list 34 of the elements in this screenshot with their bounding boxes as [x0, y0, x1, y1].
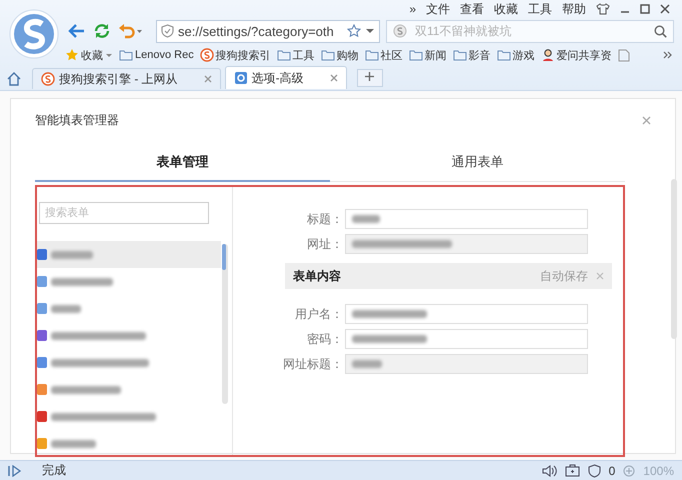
bookmark[interactable]: 游戏	[496, 48, 535, 62]
field-label: 用户名：	[294, 306, 344, 322]
search-bar[interactable]: 双11不留神就被坑	[386, 20, 674, 42]
menu-item[interactable]: 工具	[528, 0, 552, 18]
bookmark[interactable]: 搜狗搜索引	[200, 48, 271, 62]
menu-item[interactable]: »	[409, 2, 416, 16]
bookmark[interactable]: Lenovo Rec	[119, 49, 194, 61]
browser-tab[interactable]: 选项-高级	[224, 66, 347, 89]
address-bar[interactable]: se://settings/?category=oth	[156, 20, 380, 42]
section-title: 表单内容	[293, 268, 342, 284]
bookmark[interactable]: 爱问共享资	[540, 48, 612, 62]
browser-tab[interactable]: 搜狗搜索引擎 - 上网从	[32, 68, 221, 89]
bookmark[interactable]: 收藏	[65, 48, 113, 62]
menu-item[interactable]: 文件	[426, 0, 450, 18]
dialog-title: 智能填表管理器	[35, 112, 119, 129]
tab[interactable]: 通用表单	[330, 146, 625, 182]
status-text: 完成	[42, 462, 66, 479]
search-input[interactable]: 双11不留神就被坑	[413, 23, 648, 39]
bookmark[interactable]: 社区	[364, 48, 403, 62]
bookmark[interactable]: 工具	[276, 48, 315, 62]
blocked-count: 0	[608, 464, 616, 478]
field-label: 网址标题：	[282, 356, 344, 372]
menu-item[interactable]: 查看	[460, 0, 484, 18]
field-label: 标题：	[306, 210, 344, 228]
menu-item[interactable]: 收藏	[494, 0, 518, 18]
field-label: 密码：	[306, 330, 344, 348]
autosave-label: 自动保存	[540, 268, 588, 284]
bookmark[interactable]: 购物	[320, 48, 359, 62]
bookmark[interactable]: 新闻	[408, 48, 447, 62]
menu-item[interactable]: 帮助	[562, 0, 586, 18]
field-label: 网址：	[306, 236, 344, 252]
search-field[interactable]: 搜索表单	[39, 202, 209, 224]
tab[interactable]: 表单管理	[35, 146, 330, 182]
bookmark[interactable]: 影音	[452, 48, 491, 62]
